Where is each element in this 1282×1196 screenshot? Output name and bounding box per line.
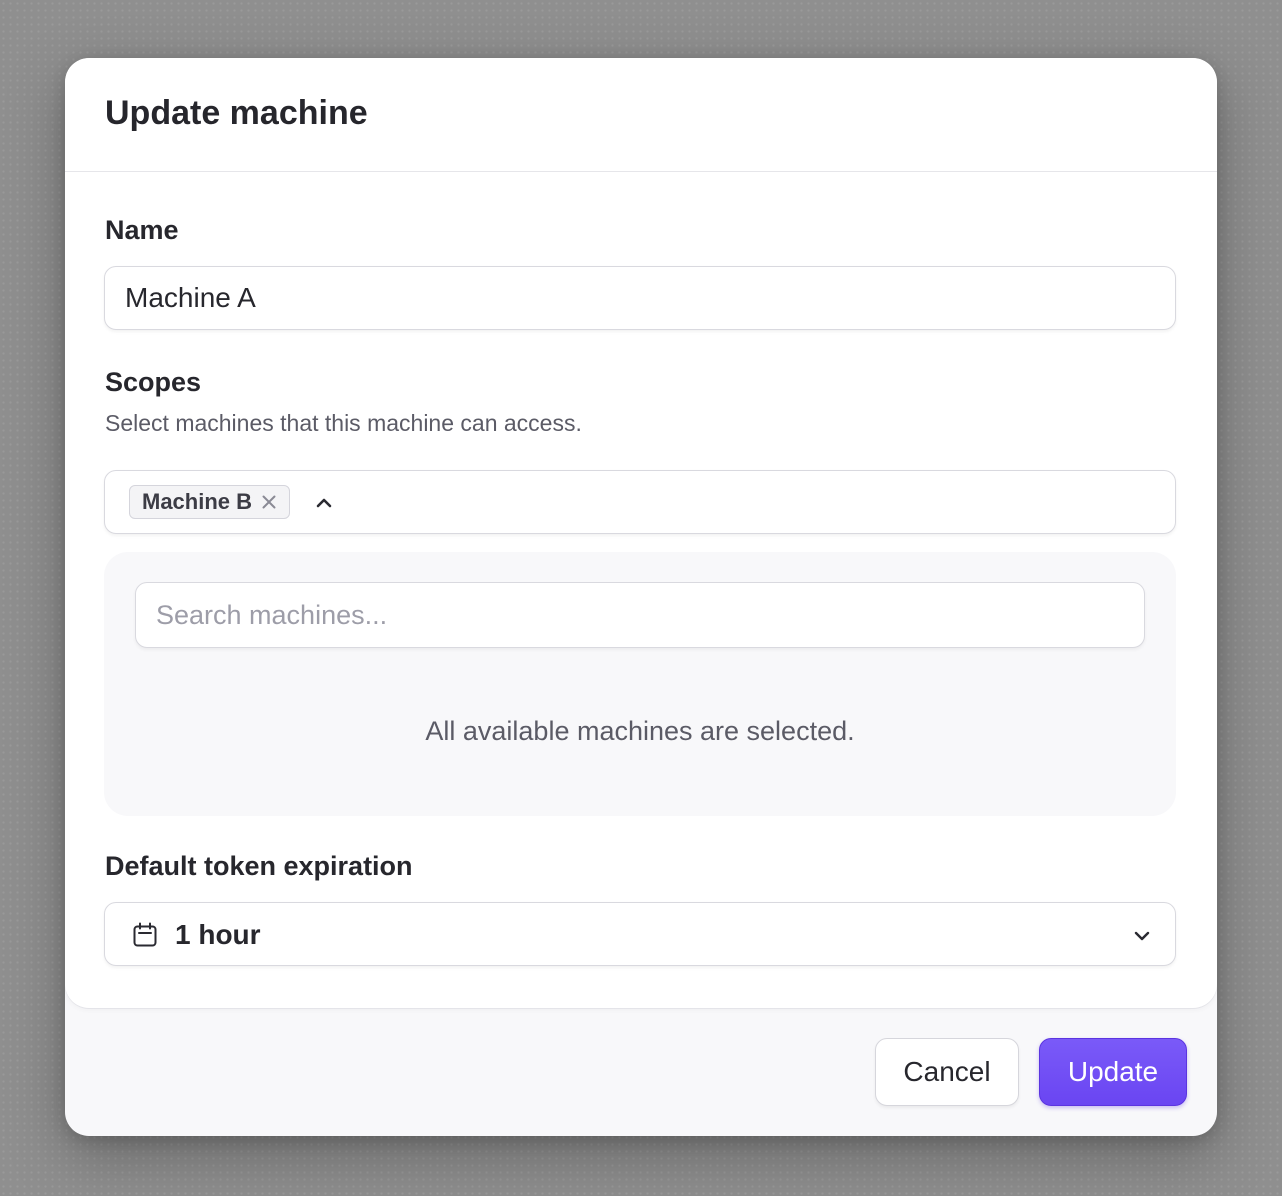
scope-chip-machine-b: Machine B bbox=[129, 485, 291, 519]
calendar-icon bbox=[133, 922, 157, 947]
scopes-description: Select machines that this machine can ac… bbox=[105, 410, 582, 436]
remove-chip-button[interactable] bbox=[261, 494, 277, 510]
update-button[interactable]: Update bbox=[1039, 1038, 1187, 1106]
scopes-dropdown-panel: All available machines are selected. bbox=[104, 552, 1176, 816]
name-label: Name bbox=[105, 215, 179, 245]
name-input[interactable] bbox=[105, 267, 1175, 329]
collapse-dropdown-button[interactable] bbox=[309, 488, 339, 518]
dialog-body: Update machine Name Scopes Select machin… bbox=[65, 58, 1217, 1008]
expiration-label: Default token expiration bbox=[105, 851, 413, 881]
dialog-header: Update machine bbox=[65, 58, 1217, 172]
search-machines-input[interactable] bbox=[136, 583, 1144, 647]
expiration-select[interactable]: 1 hour bbox=[104, 902, 1176, 966]
close-icon bbox=[262, 495, 276, 509]
scope-chip-label: Machine B bbox=[142, 489, 253, 514]
chevron-down-icon bbox=[1134, 931, 1150, 941]
dialog-title: Update machine bbox=[105, 94, 368, 132]
cancel-button[interactable]: Cancel bbox=[875, 1038, 1019, 1106]
update-machine-dialog: Update machine Name Scopes Select machin… bbox=[65, 58, 1217, 1136]
chevron-up-icon bbox=[316, 498, 332, 508]
name-field[interactable] bbox=[104, 266, 1176, 330]
empty-state-message: All available machines are selected. bbox=[425, 716, 855, 746]
scopes-multiselect[interactable]: Machine B bbox=[104, 470, 1176, 534]
expiration-value: 1 hour bbox=[175, 919, 261, 950]
search-field[interactable] bbox=[135, 582, 1145, 648]
scopes-label: Scopes bbox=[105, 367, 202, 397]
